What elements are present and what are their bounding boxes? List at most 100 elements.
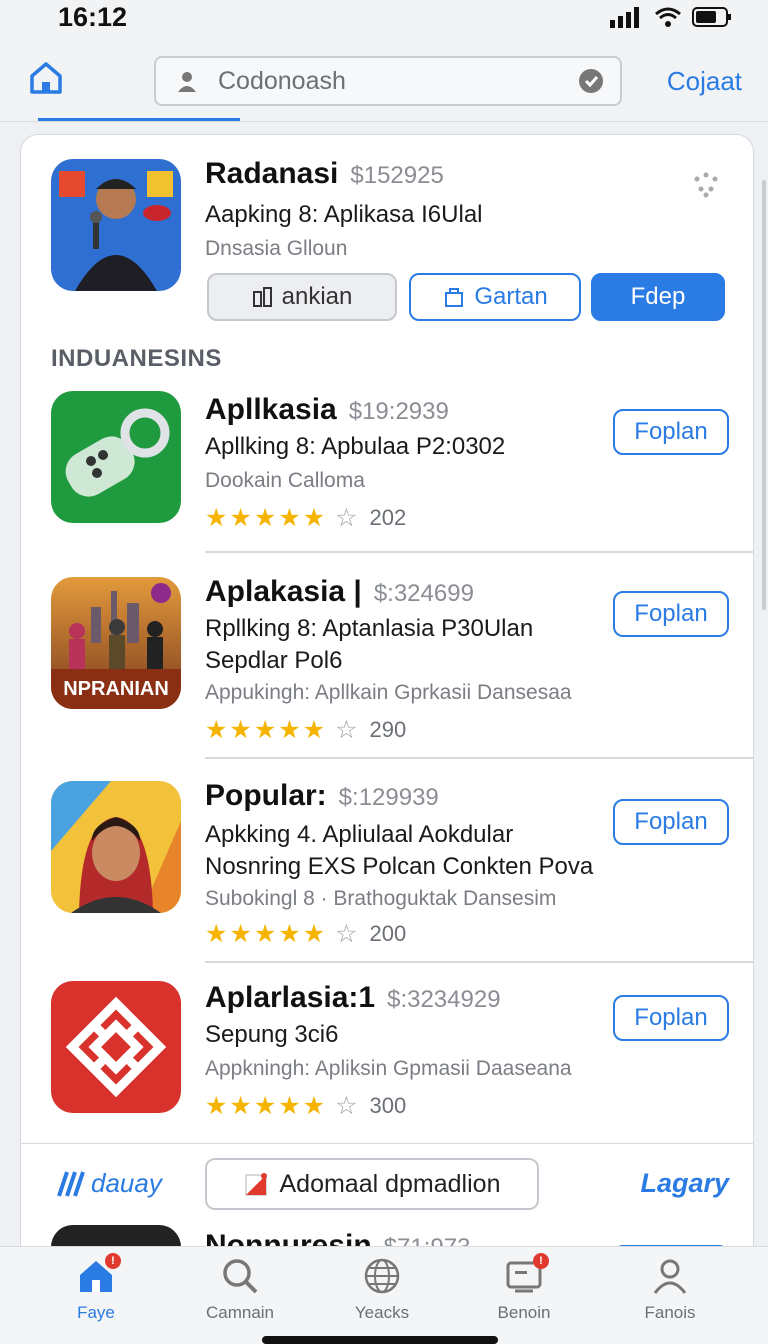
star-icon: ★ bbox=[278, 919, 301, 948]
app-price: $:324699 bbox=[373, 580, 474, 607]
app-title: Aplarlasia:1 bbox=[205, 981, 376, 1014]
download-icon bbox=[244, 1173, 267, 1196]
featured-app-price: $152925 bbox=[350, 162, 444, 189]
search-input[interactable]: Codonoash bbox=[218, 67, 578, 96]
list-item[interactable]: Apllkasia $19:2939 Apllking 8: Apbulaa P… bbox=[21, 389, 753, 553]
get-button[interactable]: Foplan bbox=[613, 995, 729, 1041]
signal-icon bbox=[610, 7, 639, 28]
download-button[interactable]: Adomaal dpmadlion bbox=[205, 1158, 539, 1210]
home-indicator[interactable] bbox=[262, 1336, 498, 1344]
app-icon-4[interactable] bbox=[51, 981, 181, 1113]
app-subtitle: Apllking 8: Apbulaa P2:0302 bbox=[205, 433, 506, 460]
promo-link[interactable]: Lagary bbox=[640, 1168, 729, 1199]
app-icon-1[interactable] bbox=[51, 391, 181, 523]
star-icon: ★ bbox=[229, 919, 252, 948]
clear-search-icon[interactable] bbox=[578, 68, 604, 94]
rating: ★ ★ ★ ★ ★ ☆ 290 bbox=[205, 717, 406, 743]
status-bar: 16:12 bbox=[0, 0, 768, 40]
featured-app-developer: Dnsasia Glloun bbox=[205, 237, 348, 260]
tab-search[interactable]: Camnain bbox=[180, 1257, 300, 1323]
divider bbox=[205, 551, 753, 553]
person-icon bbox=[178, 72, 196, 92]
star-icon: ★ bbox=[229, 1091, 252, 1120]
bag-icon bbox=[445, 288, 464, 307]
featured-app[interactable]: Radanasi $152925 Aapking 8: Aplikasa I6U… bbox=[21, 135, 753, 335]
globe-icon bbox=[364, 1258, 400, 1294]
tab-updates[interactable]: ! Benoin bbox=[464, 1253, 584, 1323]
get-button[interactable]: Foplan bbox=[613, 799, 729, 845]
star-outline-icon: ☆ bbox=[335, 503, 358, 532]
tab-label: Fanois bbox=[644, 1303, 696, 1322]
rating: ★ ★ ★ ★ ★ ☆ 202 bbox=[205, 505, 406, 531]
star-outline-icon: ☆ bbox=[335, 715, 358, 744]
rating-count: 300 bbox=[369, 1093, 407, 1118]
get-button[interactable]: Foplan bbox=[613, 409, 729, 455]
app-subtitle-2: Sepdlar Pol6 bbox=[205, 647, 343, 674]
promo-brand-label: dauay bbox=[91, 1168, 162, 1198]
divider bbox=[205, 961, 753, 963]
app-subtitle: Rpllking 8: Aptanlasia P30Ulan bbox=[205, 615, 534, 642]
tab-label: Benoin bbox=[497, 1303, 551, 1322]
star-icon: ★ bbox=[278, 1091, 301, 1120]
notification-badge: ! bbox=[533, 1253, 549, 1269]
star-icon: ★ bbox=[302, 715, 326, 744]
tab-profile[interactable]: Fanois bbox=[610, 1257, 730, 1323]
app-price: $:3234929 bbox=[387, 986, 501, 1013]
list-item[interactable]: Aplarlasia:1 $:3234929 Sepung 3ci6 Appkn… bbox=[21, 981, 753, 1141]
notification-badge: ! bbox=[105, 1253, 121, 1269]
star-icon: ★ bbox=[253, 919, 277, 948]
star-icon: ★ bbox=[253, 715, 277, 744]
rating-count: 290 bbox=[369, 717, 407, 742]
rating: ★ ★ ★ ★ ★ ☆ 200 bbox=[205, 921, 406, 947]
app-title: Aplakasia | bbox=[205, 575, 362, 608]
tab-explore[interactable]: Yeacks bbox=[322, 1257, 442, 1323]
status-time: 16:12 bbox=[58, 2, 128, 32]
get-button-featured[interactable]: Fdep bbox=[591, 273, 725, 321]
app-price: $:129939 bbox=[338, 784, 439, 811]
get-button[interactable]: Foplan bbox=[613, 591, 729, 637]
star-icon: ★ bbox=[253, 1091, 277, 1120]
app-icon-3[interactable] bbox=[51, 781, 181, 913]
tab-home[interactable]: ! Faye bbox=[36, 1253, 156, 1323]
status-icons bbox=[610, 6, 732, 28]
star-icon: ★ bbox=[205, 715, 228, 744]
tab-label: Yeacks bbox=[354, 1303, 410, 1322]
scrollbar[interactable] bbox=[762, 180, 766, 610]
star-icon: ★ bbox=[205, 503, 228, 532]
app-subtitle: Apkking 4. Apliulaal Aokdular bbox=[205, 821, 514, 848]
search-icon bbox=[223, 1259, 258, 1294]
ranking-button-label: ankian bbox=[281, 283, 353, 310]
header-link[interactable]: Cojaat bbox=[667, 66, 742, 97]
wifi-icon bbox=[655, 7, 681, 27]
divider bbox=[205, 757, 753, 759]
download-button-label: Adomaal dpmadlion bbox=[279, 1169, 501, 1198]
tab-label: Camnain bbox=[205, 1303, 275, 1322]
brand-logo-icon bbox=[57, 1170, 85, 1197]
list-item[interactable]: Popular: $:129939 Apkking 4. Apliulaal A… bbox=[21, 779, 753, 963]
star-outline-icon: ☆ bbox=[335, 919, 358, 948]
more-options-icon[interactable] bbox=[691, 169, 721, 199]
app-icon-2-text: NPRANIAN bbox=[63, 678, 169, 700]
tab-bar: ! Faye Camnain Yeacks ! Benoin Fanois bbox=[0, 1246, 768, 1344]
promo-brand[interactable]: dauay bbox=[55, 1168, 162, 1199]
star-outline-icon: ☆ bbox=[335, 1091, 358, 1120]
active-tab-indicator bbox=[38, 118, 240, 121]
top-bar: Codonoash Cojaat bbox=[0, 40, 768, 122]
list-item[interactable]: NPRANIAN Aplakasia | $:324699 Rpllking 8… bbox=[21, 575, 753, 759]
section-title: INDUANESINS bbox=[51, 345, 222, 372]
featured-app-title: Radanasi bbox=[205, 157, 339, 190]
star-icon: ★ bbox=[302, 503, 326, 532]
app-subtitle: Sepung 3ci6 bbox=[205, 1021, 339, 1048]
featured-app-icon[interactable] bbox=[51, 159, 181, 291]
app-subtitle-2: Nosnring EXS Polcan Conkten Pova bbox=[205, 853, 594, 880]
star-icon: ★ bbox=[205, 1091, 228, 1120]
cart-button[interactable]: Gartan bbox=[409, 273, 581, 321]
home-button[interactable] bbox=[26, 58, 66, 98]
app-icon-2[interactable]: NPRANIAN bbox=[51, 577, 181, 709]
rating-count: 200 bbox=[369, 921, 407, 946]
cart-button-label: Gartan bbox=[474, 283, 548, 310]
star-icon: ★ bbox=[278, 715, 301, 744]
search-bar[interactable]: Codonoash bbox=[154, 56, 622, 106]
app-title: Popular: bbox=[205, 779, 327, 812]
ranking-button[interactable]: ankian bbox=[207, 273, 397, 321]
